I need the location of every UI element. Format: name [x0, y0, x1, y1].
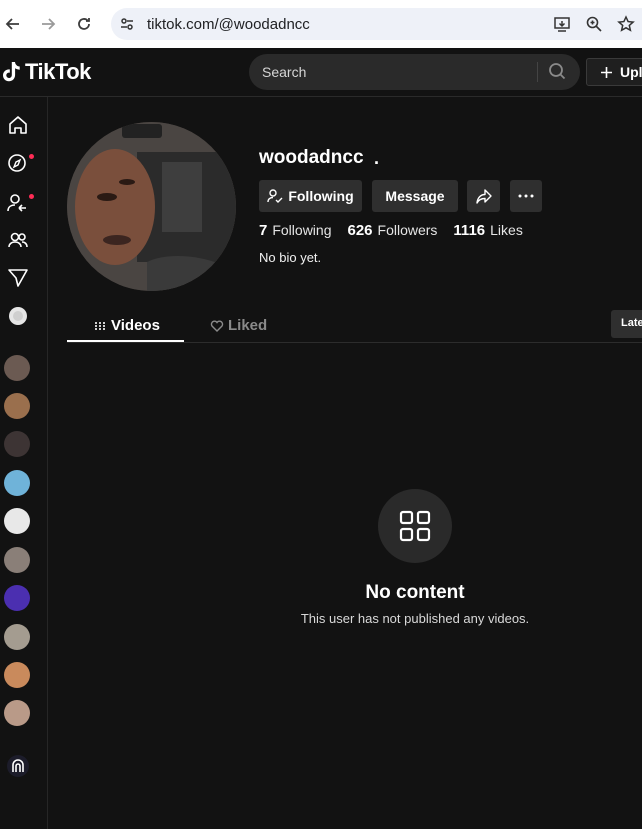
notification-dot	[29, 154, 34, 159]
browser-toolbar: tiktok.com/@woodadncc	[0, 0, 642, 48]
empty-state-subtitle: This user has not published any videos.	[300, 611, 530, 626]
following-count[interactable]: 7	[259, 222, 267, 239]
sidebar-item-friends[interactable]	[7, 229, 29, 251]
share-button[interactable]	[467, 180, 500, 212]
address-bar[interactable]: tiktok.com/@woodadncc	[111, 8, 642, 40]
username-suffix: .	[374, 148, 380, 168]
followed-account-avatar[interactable]	[4, 355, 30, 381]
message-button[interactable]: Message	[372, 180, 458, 212]
followed-account-avatar[interactable]	[4, 393, 30, 419]
install-app-icon[interactable]	[552, 14, 572, 34]
upload-button[interactable]: Upl	[586, 58, 642, 86]
profile-stats: 7 Following 626 Followers 1116 Likes	[259, 222, 539, 239]
notification-dot	[29, 194, 34, 199]
search-icon	[549, 63, 566, 80]
search-placeholder: Search	[262, 64, 307, 80]
back-arrow-icon	[5, 18, 19, 30]
following-icon	[7, 194, 26, 212]
profile-bio: No bio yet.	[259, 250, 322, 265]
followed-account-avatar[interactable]	[4, 470, 30, 496]
followed-account-avatar[interactable]	[4, 662, 30, 688]
followed-account-avatar[interactable]	[4, 508, 30, 534]
more-dots-icon	[518, 194, 534, 198]
explore-icon	[8, 154, 26, 172]
home-icon	[9, 116, 27, 134]
grid-icon	[399, 510, 431, 542]
upload-label: Upl	[620, 64, 642, 80]
likes-count: 1116	[453, 222, 486, 239]
tab-videos[interactable]: Videos	[94, 317, 160, 334]
live-studio-icon	[7, 755, 29, 777]
profile-icon	[9, 307, 27, 325]
sidebar-item-home[interactable]	[7, 114, 29, 136]
message-button-label: Message	[385, 188, 445, 204]
reload-icon	[78, 18, 90, 30]
sort-latest-button[interactable]: Late	[611, 310, 642, 338]
left-sidebar	[0, 97, 48, 829]
liked-heart-icon	[210, 320, 224, 332]
followed-account-avatar[interactable]	[4, 431, 30, 457]
forward-arrow-icon	[42, 18, 56, 30]
empty-state-title: No content	[365, 582, 465, 603]
forward-button[interactable]	[36, 12, 60, 36]
profile-avatar[interactable]	[67, 122, 236, 291]
followed-account-avatar[interactable]	[4, 700, 30, 726]
zoom-icon[interactable]	[584, 14, 604, 34]
sort-latest-label: Late	[621, 317, 642, 329]
sidebar-item-explore[interactable]	[7, 152, 29, 174]
messages-icon	[8, 269, 28, 287]
profile-username: woodadncc	[259, 147, 364, 168]
sidebar-item-following[interactable]	[7, 192, 29, 214]
plus-icon	[601, 66, 612, 78]
tabs-divider	[67, 342, 642, 343]
followed-account-avatar[interactable]	[4, 624, 30, 650]
search-input[interactable]: Search	[249, 54, 580, 90]
bookmark-star-icon[interactable]	[616, 14, 636, 34]
following-button[interactable]: Following	[259, 180, 362, 212]
sidebar-item-profile[interactable]	[7, 305, 29, 327]
followers-label: Followers	[377, 222, 438, 238]
back-button[interactable]	[1, 12, 25, 36]
followed-account-avatar[interactable]	[4, 547, 30, 573]
likes-label: Likes	[490, 222, 523, 238]
sidebar-item-messages[interactable]	[7, 267, 29, 289]
friends-icon	[8, 232, 28, 248]
logo-text: TikTok	[25, 59, 91, 84]
site-info-icon[interactable]	[117, 14, 137, 34]
url-text: tiktok.com/@woodadncc	[147, 16, 310, 33]
person-check-icon	[267, 189, 283, 203]
empty-state-icon-wrapper	[378, 489, 452, 563]
videos-grid-icon	[95, 321, 105, 331]
tiktok-note-icon	[3, 62, 20, 82]
search-button[interactable]	[547, 61, 569, 83]
profile-photo	[67, 122, 236, 291]
sidebar-item-live-studio[interactable]	[6, 754, 30, 778]
more-options-button[interactable]	[510, 180, 542, 212]
tiktok-header: TikTok Search Upl	[0, 48, 642, 97]
share-icon	[475, 189, 492, 204]
following-button-label: Following	[288, 188, 354, 204]
search-divider	[537, 62, 538, 82]
followed-account-avatar[interactable]	[4, 585, 30, 611]
tab-liked-label: Liked	[228, 317, 268, 334]
tab-videos-label: Videos	[111, 317, 160, 334]
tab-liked[interactable]: Liked	[210, 317, 267, 334]
following-label: Following	[272, 222, 332, 238]
followers-count[interactable]: 626	[347, 222, 372, 239]
tiktok-logo[interactable]: TikTok	[2, 59, 91, 85]
reload-button[interactable]	[72, 12, 96, 36]
